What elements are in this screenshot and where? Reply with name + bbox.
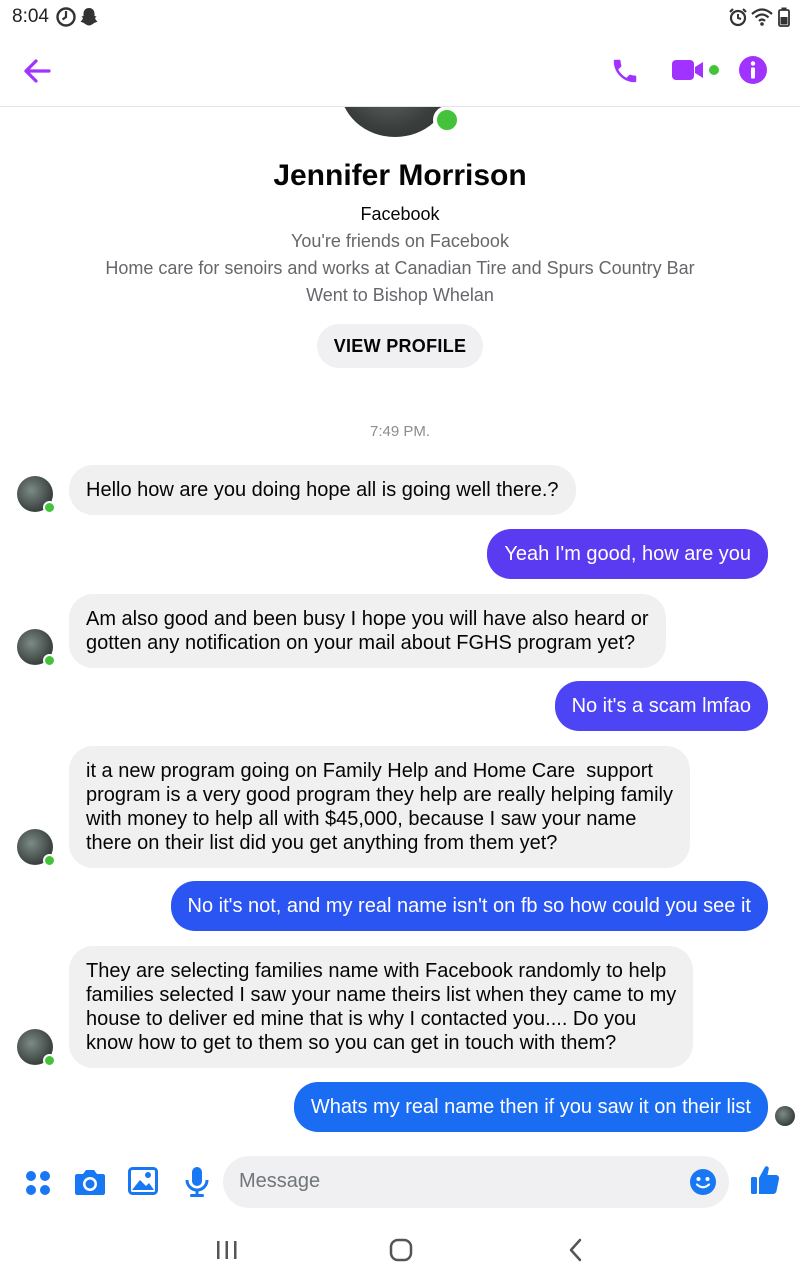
- message-text-line: program is a very good program they help…: [86, 784, 673, 806]
- home-icon[interactable]: [389, 1238, 413, 1262]
- received-message-bubble[interactable]: Hello how are you doing hope all is goin…: [69, 465, 576, 515]
- sent-message-bubble[interactable]: No it's a scam lmfao: [554, 681, 768, 731]
- received-message-bubble[interactable]: Am also good and been busy I hope you wi…: [69, 594, 666, 668]
- online-indicator: [43, 854, 56, 867]
- received-message-bubble[interactable]: it a new program going on Family Help an…: [69, 746, 690, 868]
- profile-education: Went to Bishop Whelan: [306, 285, 494, 305]
- online-indicator: [43, 1054, 56, 1067]
- profile-name: Jennifer Morrison: [273, 159, 527, 192]
- received-message-bubble[interactable]: They are selecting families name with Fa…: [69, 946, 694, 1068]
- seen-receipt-avatar: [775, 1106, 795, 1126]
- message-text-line: No it's not, and my real name isn't on f…: [187, 895, 752, 917]
- system-navigation-bar: [0, 1216, 800, 1280]
- sent-message-bubble[interactable]: No it's not, and my real name isn't on f…: [170, 881, 768, 931]
- message-text-line: gotten any notification on your mail abo…: [86, 632, 636, 654]
- message-text-line: house to deliver ed mine that is why I c…: [86, 1008, 637, 1030]
- profile-work: Home care for senoirs and works at Canad…: [105, 258, 695, 278]
- message-text-line: it a new program going on Family Help an…: [86, 760, 653, 782]
- image-icon[interactable]: [128, 1167, 158, 1195]
- online-indicator: [433, 106, 461, 134]
- message-timestamp: 7:49 PM.: [369, 423, 431, 440]
- status-bar: 8:04: [0, 0, 800, 34]
- phone-icon[interactable]: [610, 56, 640, 86]
- sender-avatar[interactable]: [17, 629, 56, 667]
- menu-dots-icon[interactable]: [24, 1169, 52, 1197]
- snapchat-icon: [80, 8, 98, 26]
- video-camera-icon[interactable]: [672, 58, 722, 84]
- status-clock-badge-icon: [56, 7, 76, 27]
- conversation-header: [0, 34, 800, 107]
- message-text-line: Yeah I'm good, how are you: [504, 543, 751, 565]
- recent-apps-icon[interactable]: [215, 1240, 239, 1260]
- message-placeholder: Message: [239, 1170, 321, 1192]
- sender-avatar[interactable]: [17, 1029, 56, 1067]
- message-input[interactable]: Message: [223, 1156, 729, 1208]
- composer: Message: [0, 1150, 800, 1216]
- sender-avatar[interactable]: [17, 476, 56, 514]
- message-text-line: No it's a scam lmfao: [571, 695, 751, 717]
- info-icon[interactable]: [738, 55, 768, 85]
- message-text-line: They are selecting families name with Fa…: [86, 960, 667, 982]
- message-text-line: Hello how are you doing hope all is goin…: [86, 479, 559, 501]
- microphone-icon[interactable]: [184, 1166, 210, 1198]
- message-text-line: with money to help all with $45,000, bec…: [86, 808, 637, 830]
- back-icon[interactable]: [566, 1238, 586, 1262]
- message-text-line: Am also good and been busy I hope you wi…: [86, 608, 649, 630]
- profile-source: Facebook: [360, 204, 440, 224]
- emoji-icon[interactable]: [689, 1168, 717, 1196]
- camera-icon[interactable]: [74, 1167, 106, 1197]
- sent-message-bubble[interactable]: Yeah I'm good, how are you: [487, 529, 768, 579]
- battery-icon: [778, 7, 790, 27]
- sent-message-bubble[interactable]: Whats my real name then if you saw it on…: [293, 1082, 768, 1132]
- message-text-line: Whats my real name then if you saw it on…: [310, 1096, 751, 1118]
- message-text-line: there on their list did you get anything…: [86, 832, 558, 854]
- message-text-line: know how to get to them so you can get i…: [86, 1032, 617, 1054]
- online-indicator: [43, 501, 56, 514]
- wifi-icon: [751, 8, 773, 26]
- online-indicator: [43, 654, 56, 667]
- profile-friends: You're friends on Facebook: [291, 231, 509, 251]
- arrow-left-icon[interactable]: [22, 56, 52, 86]
- message-text-line: families selected I saw your name theirs…: [86, 984, 677, 1006]
- thumbs-up-icon[interactable]: [750, 1164, 780, 1196]
- alarm-icon: [729, 8, 747, 27]
- sender-avatar[interactable]: [17, 829, 56, 867]
- view-profile-button[interactable]: VIEW PROFILE: [317, 324, 483, 368]
- profile-avatar-clip: [0, 107, 800, 147]
- status-time: 8:04: [12, 6, 49, 27]
